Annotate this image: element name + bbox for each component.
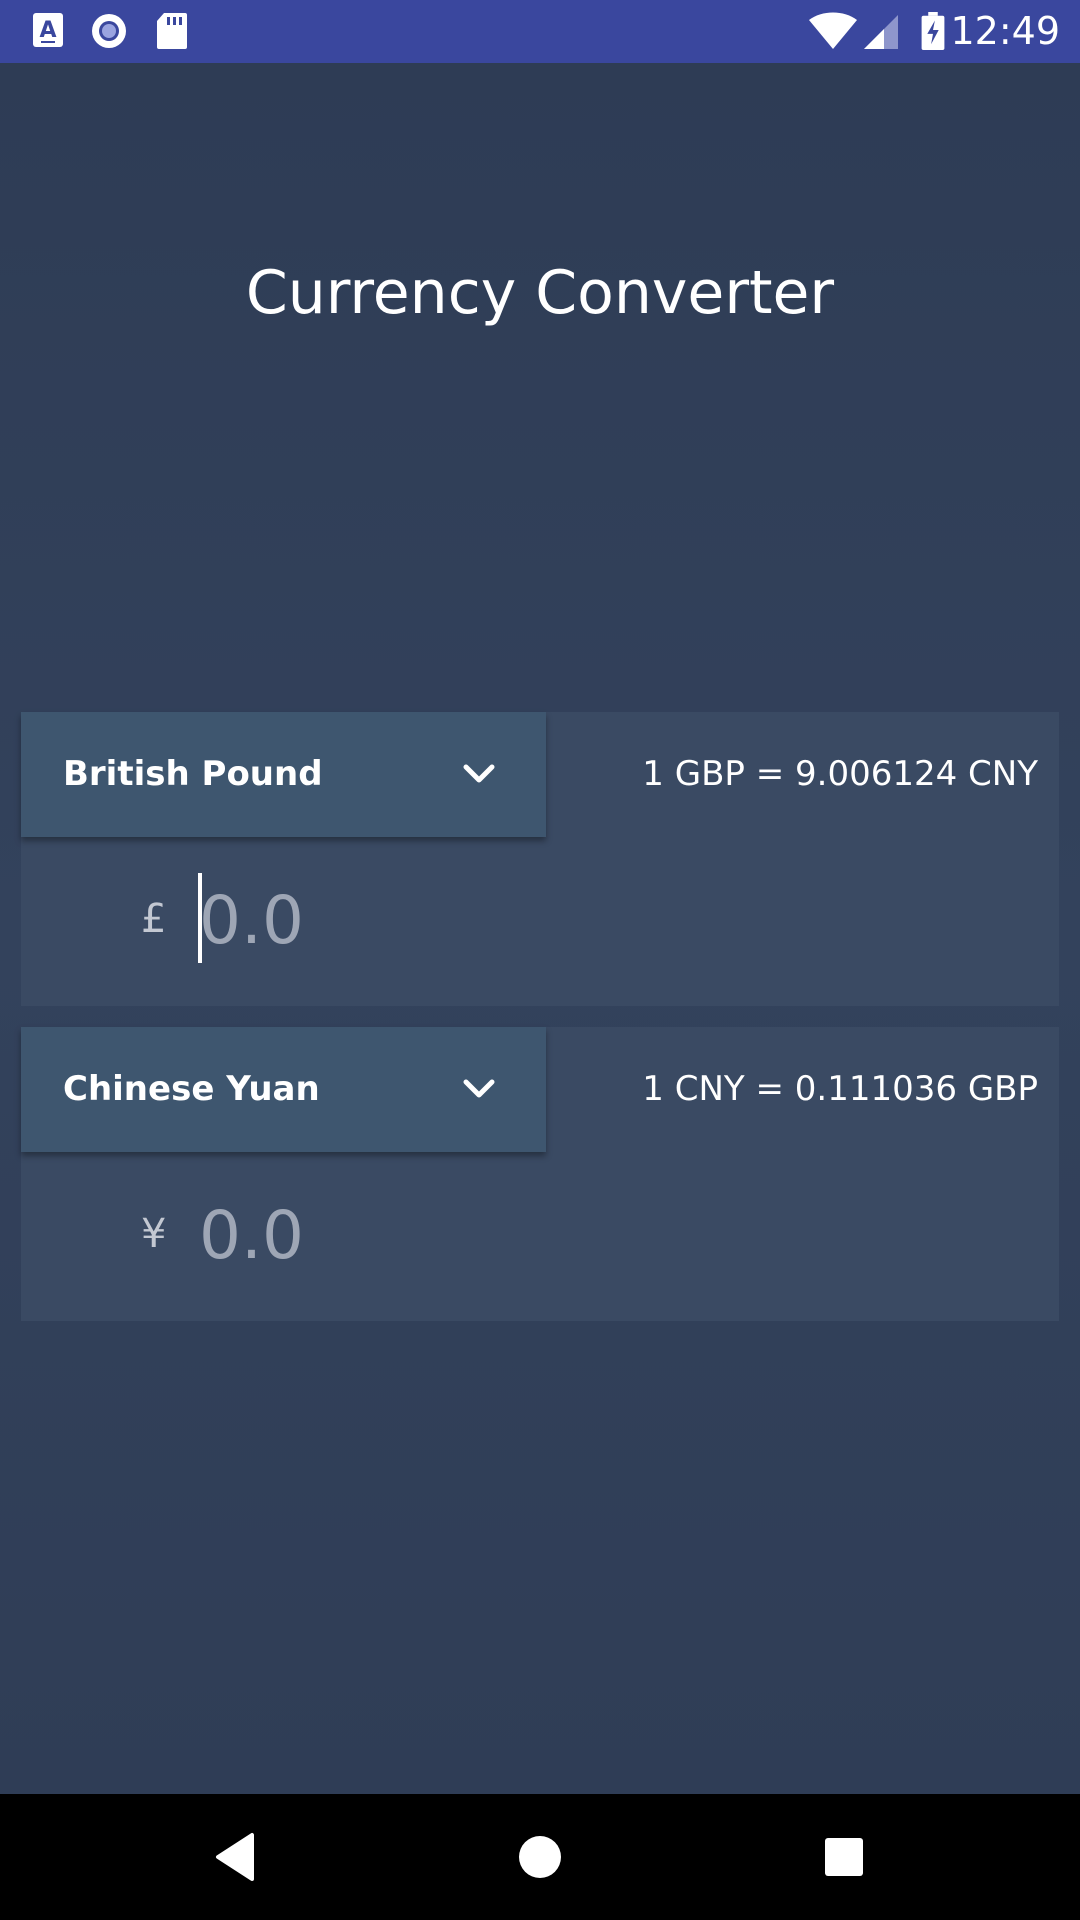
wifi-icon (809, 12, 857, 49)
exchange-rate-to: 1 CNY = 0.111036 GBP (642, 1069, 1038, 1109)
signal-icon (864, 15, 898, 49)
a-notification-icon: A (33, 13, 63, 47)
amount-input-from[interactable] (199, 875, 899, 965)
app-title: Currency Converter (245, 258, 835, 328)
record-icon (92, 14, 126, 48)
currency-symbol-to: ¥ (141, 1211, 167, 1257)
back-icon[interactable] (206, 1827, 266, 1887)
currency-select-to[interactable]: Chinese Yuan (21, 1027, 546, 1152)
exchange-rate-from: 1 GBP = 9.006124 CNY (642, 754, 1038, 794)
text-cursor (198, 873, 202, 963)
status-bar: A 12:49 (0, 0, 1080, 63)
battery-charging-icon (921, 12, 945, 50)
app-content: Currency Converter British Pound 1 GBP =… (0, 63, 1080, 1794)
currency-card-from: British Pound 1 GBP = 9.006124 CNY £ (21, 712, 1059, 1006)
amount-input-to[interactable] (199, 1190, 899, 1280)
chevron-down-icon (463, 1079, 495, 1098)
currency-name-to: Chinese Yuan (63, 1069, 320, 1109)
amount-row-to: ¥ (21, 1152, 1059, 1321)
recents-icon[interactable] (814, 1827, 874, 1887)
status-time: 12:49 (950, 9, 1060, 53)
currency-card-to: Chinese Yuan 1 CNY = 0.111036 GBP ¥ (21, 1027, 1059, 1321)
svg-text:A: A (39, 18, 56, 43)
amount-row-from: £ (21, 837, 1059, 1006)
navigation-bar (0, 1794, 1080, 1920)
currency-select-from[interactable]: British Pound (21, 712, 546, 837)
sd-card-icon (157, 13, 187, 49)
currency-name-from: British Pound (63, 754, 323, 794)
home-icon[interactable] (510, 1827, 570, 1887)
chevron-down-icon (463, 764, 495, 783)
currency-symbol-from: £ (141, 896, 167, 942)
